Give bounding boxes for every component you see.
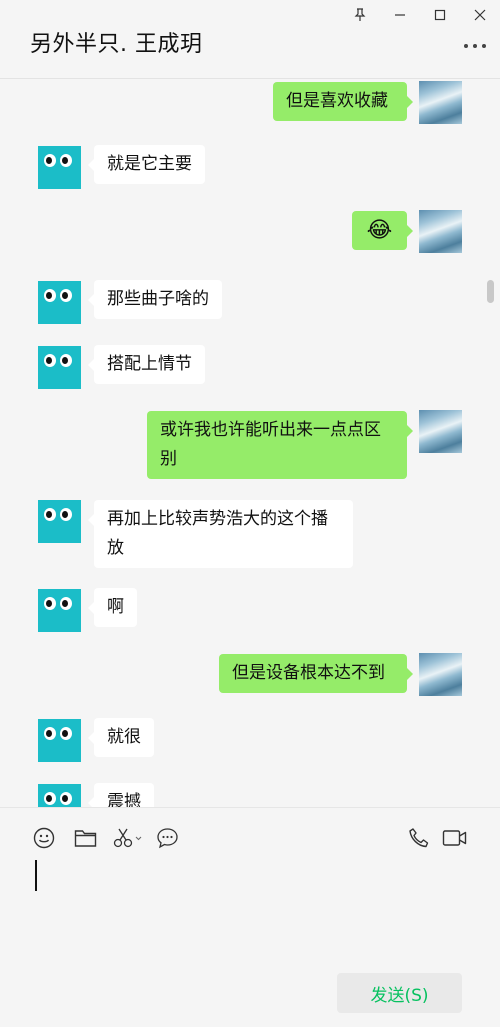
text-cursor [35,860,37,891]
video-icon[interactable] [441,825,469,851]
my-avatar[interactable] [419,410,462,453]
message-bubble-incoming[interactable]: 再加上比较声势浩大的这个播放 [88,500,353,568]
message-bubble-incoming[interactable]: 搭配上情节 [88,345,205,384]
more-options-icon[interactable] [464,40,486,52]
chat-title: 另外半只. 王成玥 [30,32,203,57]
maximize-icon[interactable] [420,0,460,30]
message-bubble-incoming[interactable]: 震撼 [88,783,154,807]
message-bubble-outgoing[interactable]: 但是喜欢收藏 [273,82,413,121]
chat-history-icon[interactable] [154,825,180,851]
message-bubble-incoming[interactable]: 那些曲子啥的 [88,280,222,319]
scissors-icon[interactable] [113,825,143,851]
chat-scrollbar[interactable] [487,280,494,303]
contact-avatar[interactable] [38,784,81,807]
my-avatar[interactable] [419,210,462,253]
contact-avatar[interactable] [38,346,81,389]
pin-icon[interactable] [340,0,380,30]
message-list[interactable]: 但是喜欢收藏 就是它主要 😂 那些曲子啥的 搭配上情节 或许我也许能听出来一点点… [0,79,500,807]
contact-avatar[interactable] [38,146,81,189]
contact-avatar[interactable] [38,589,81,632]
message-bubble-outgoing[interactable]: 或许我也许能听出来一点点区别 [147,411,413,479]
message-bubble-incoming[interactable]: 就很 [88,718,154,757]
contact-avatar[interactable] [38,281,81,324]
input-area: 发送(S) [0,807,500,1027]
message-bubble-incoming[interactable]: 啊 [88,588,137,627]
contact-avatar[interactable] [38,719,81,762]
folder-icon[interactable] [72,825,98,851]
my-avatar[interactable] [419,81,462,124]
minimize-icon[interactable] [380,0,420,30]
my-avatar[interactable] [419,653,462,696]
emoji-icon[interactable] [31,825,57,851]
contact-avatar[interactable] [38,500,81,543]
message-bubble-outgoing[interactable]: 但是设备根本达不到 [219,654,413,693]
close-icon[interactable] [460,0,500,30]
phone-icon[interactable] [406,825,432,851]
message-bubble-incoming[interactable]: 就是它主要 [88,145,205,184]
send-button[interactable]: 发送(S) [337,973,462,1013]
window-controls [340,0,500,30]
message-bubble-outgoing[interactable]: 😂 [352,211,413,250]
chat-header: 另外半只. 王成玥 [0,0,500,79]
